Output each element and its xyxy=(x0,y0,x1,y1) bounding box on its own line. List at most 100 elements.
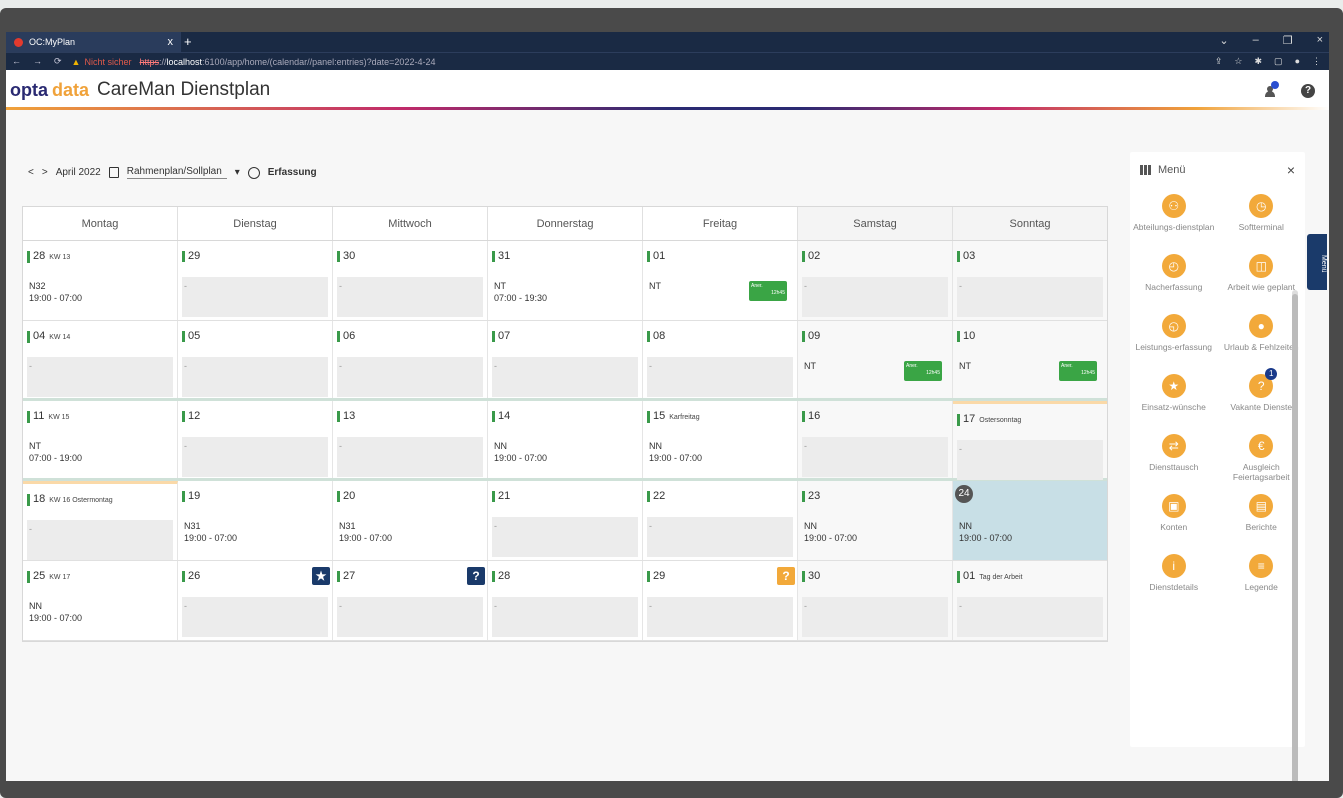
calendar-day-cell[interactable]: 23 NN 19:00 - 07:00 xyxy=(798,481,953,560)
new-tab-button[interactable]: + xyxy=(184,34,192,49)
calendar-day-cell[interactable]: 17 Ostersonntag - xyxy=(953,401,1107,480)
calendar-day-cell[interactable]: 28 KW 13 N32 19:00 - 07:00 xyxy=(23,241,178,320)
shift-slot[interactable]: - xyxy=(957,597,1103,637)
shift-slot[interactable]: N31 19:00 - 07:00 xyxy=(337,517,483,557)
profile-icon[interactable]: ● xyxy=(1295,56,1300,67)
sidepanel-icon[interactable]: ▢ xyxy=(1274,56,1283,67)
next-month-button[interactable]: > xyxy=(42,167,48,178)
shift-slot[interactable]: NT Aner. 12h45 xyxy=(647,277,793,317)
shift-slot[interactable]: - xyxy=(957,440,1103,480)
menu-close-button[interactable]: × xyxy=(1287,162,1295,178)
shift-slot[interactable]: - xyxy=(647,357,793,397)
calendar-day-cell[interactable]: 24 NN 19:00 - 07:00 xyxy=(953,481,1107,560)
dropdown-arrow-icon[interactable]: ▾ xyxy=(235,167,240,178)
calendar-day-cell[interactable]: 15 Karfreitag NN 19:00 - 07:00 xyxy=(643,401,798,478)
calendar-day-cell[interactable]: 25 KW 17 NN 19:00 - 07:00 xyxy=(23,561,178,640)
approval-badge[interactable]: Aner. 12h45 xyxy=(749,281,787,301)
extensions-icon[interactable]: ✱ xyxy=(1255,56,1263,67)
approval-badge[interactable]: Aner. 12h45 xyxy=(1059,361,1097,381)
calendar-day-cell[interactable]: 18 KW 16 Ostermontag - xyxy=(23,481,178,560)
view-select[interactable]: Rahmenplan/Sollplan xyxy=(126,166,227,179)
calendar-day-cell[interactable]: 29 - xyxy=(178,241,333,320)
shift-slot[interactable]: NN 19:00 - 07:00 xyxy=(492,437,638,477)
calendar-day-cell[interactable]: 05 - xyxy=(178,321,333,398)
calendar-day-cell[interactable]: 08 - xyxy=(643,321,798,398)
menu-item[interactable]: i Dienstdetails xyxy=(1130,554,1218,610)
calendar-day-cell[interactable]: 26 ★ - xyxy=(178,561,333,640)
browser-tab[interactable]: OC:MyPlan x xyxy=(6,32,181,52)
close-window-button[interactable]: × xyxy=(1317,34,1323,47)
calendar-day-cell[interactable]: 19 N31 19:00 - 07:00 xyxy=(178,481,333,560)
tab-search-button[interactable]: ⌄ xyxy=(1219,34,1228,47)
shift-slot[interactable]: N31 19:00 - 07:00 xyxy=(182,517,328,557)
shift-slot[interactable]: - xyxy=(647,517,793,557)
calendar-day-cell[interactable]: 01 NT Aner. 12h45 xyxy=(643,241,798,320)
calendar-day-cell[interactable]: 16 - xyxy=(798,401,953,478)
wish-star-icon[interactable]: ★ xyxy=(312,567,330,585)
calendar-day-cell[interactable]: 13 - xyxy=(333,401,488,478)
security-warning[interactable]: Nicht sicher xyxy=(84,57,131,67)
stopwatch-icon[interactable] xyxy=(247,166,260,179)
minimize-button[interactable]: – xyxy=(1253,34,1259,47)
calendar-day-cell[interactable]: 31 NT 07:00 - 19:30 xyxy=(488,241,643,320)
menu-item[interactable]: ⚇ Abteilungs-dienstplan xyxy=(1130,194,1218,250)
calendar-day-cell[interactable]: 27? - xyxy=(333,561,488,640)
shift-slot[interactable]: - xyxy=(492,357,638,397)
calendar-day-cell[interactable]: 11 KW 15 NT 07:00 - 19:00 xyxy=(23,401,178,478)
tab-close-button[interactable]: x xyxy=(168,36,174,48)
calendar-day-cell[interactable]: 21 - xyxy=(488,481,643,560)
calendar-icon[interactable] xyxy=(108,167,119,178)
calendar-day-cell[interactable]: 12 - xyxy=(178,401,333,478)
menu-scrollbar[interactable] xyxy=(1292,290,1298,781)
menu-item[interactable]: ★ Einsatz-wünsche xyxy=(1130,374,1218,430)
shift-slot[interactable]: NN 19:00 - 07:00 xyxy=(647,437,793,477)
shift-slot[interactable]: NN 19:00 - 07:00 xyxy=(802,517,948,557)
prev-month-button[interactable]: < xyxy=(28,167,34,178)
shift-slot[interactable]: NN 19:00 - 07:00 xyxy=(27,597,173,637)
calendar-day-cell[interactable]: 28 - xyxy=(488,561,643,640)
capture-button[interactable]: Erfassung xyxy=(268,167,317,178)
calendar-day-cell[interactable]: 07 - xyxy=(488,321,643,398)
shift-slot[interactable]: NT Aner. 12h45 xyxy=(957,357,1103,397)
bookmark-star-icon[interactable]: ☆ xyxy=(1234,56,1242,67)
calendar-day-cell[interactable]: 30 - xyxy=(798,561,953,640)
shift-slot[interactable]: NN 19:00 - 07:00 xyxy=(957,517,1103,557)
shift-slot[interactable]: - xyxy=(957,277,1103,317)
calendar-day-cell[interactable]: 14 NN 19:00 - 07:00 xyxy=(488,401,643,478)
calendar-day-cell[interactable]: 06 - xyxy=(333,321,488,398)
forward-icon[interactable]: → xyxy=(33,56,42,67)
reload-icon[interactable]: ⟳ xyxy=(54,56,62,67)
shift-slot[interactable]: - xyxy=(492,517,638,557)
calendar-day-cell[interactable]: 03 - xyxy=(953,241,1107,320)
maximize-button[interactable]: ❐ xyxy=(1283,34,1293,47)
vacancy-question-icon[interactable]: ? xyxy=(467,567,485,585)
calendar-day-cell[interactable]: 01 Tag der Arbeit - xyxy=(953,561,1107,640)
calendar-day-cell[interactable]: 22 - xyxy=(643,481,798,560)
menu-item[interactable]: ◷ Softterminal xyxy=(1218,194,1306,250)
calendar-day-cell[interactable]: 04 KW 14 - xyxy=(23,321,178,398)
calendar-day-cell[interactable]: 09 NT Aner. 12h45 xyxy=(798,321,953,398)
shift-slot[interactable]: N32 19:00 - 07:00 xyxy=(27,277,173,317)
shift-slot[interactable]: - xyxy=(802,597,948,637)
calendar-day-cell[interactable]: 10 NT Aner. 12h45 xyxy=(953,321,1107,398)
browser-menu-icon[interactable]: ⋮ xyxy=(1312,56,1321,67)
help-icon[interactable]: ? xyxy=(1301,84,1315,98)
calendar-day-cell[interactable]: 02 - xyxy=(798,241,953,320)
shift-slot[interactable]: - xyxy=(182,597,328,637)
shift-slot[interactable]: NT 07:00 - 19:00 xyxy=(27,437,173,477)
shift-slot[interactable]: NT 07:00 - 19:30 xyxy=(492,277,638,317)
url-field[interactable]: https://localhost:6100/app/home/(calenda… xyxy=(139,57,435,67)
approval-badge[interactable]: Aner. 12h45 xyxy=(904,361,942,381)
shift-slot[interactable]: - xyxy=(802,437,948,477)
month-label[interactable]: April 2022 xyxy=(56,167,101,178)
shift-slot[interactable]: - xyxy=(337,357,483,397)
menu-side-tab[interactable]: Menü xyxy=(1307,234,1327,290)
user-button[interactable] xyxy=(1259,81,1279,101)
scroll-thumb[interactable] xyxy=(1292,294,1298,781)
shift-slot[interactable]: - xyxy=(182,437,328,477)
shift-slot[interactable]: NT Aner. 12h45 xyxy=(802,357,948,397)
calendar-day-cell[interactable]: 29? - xyxy=(643,561,798,640)
shift-slot[interactable]: - xyxy=(337,597,483,637)
vacancy-question-icon[interactable]: ? xyxy=(777,567,795,585)
share-icon[interactable]: ⇪ xyxy=(1215,56,1223,67)
